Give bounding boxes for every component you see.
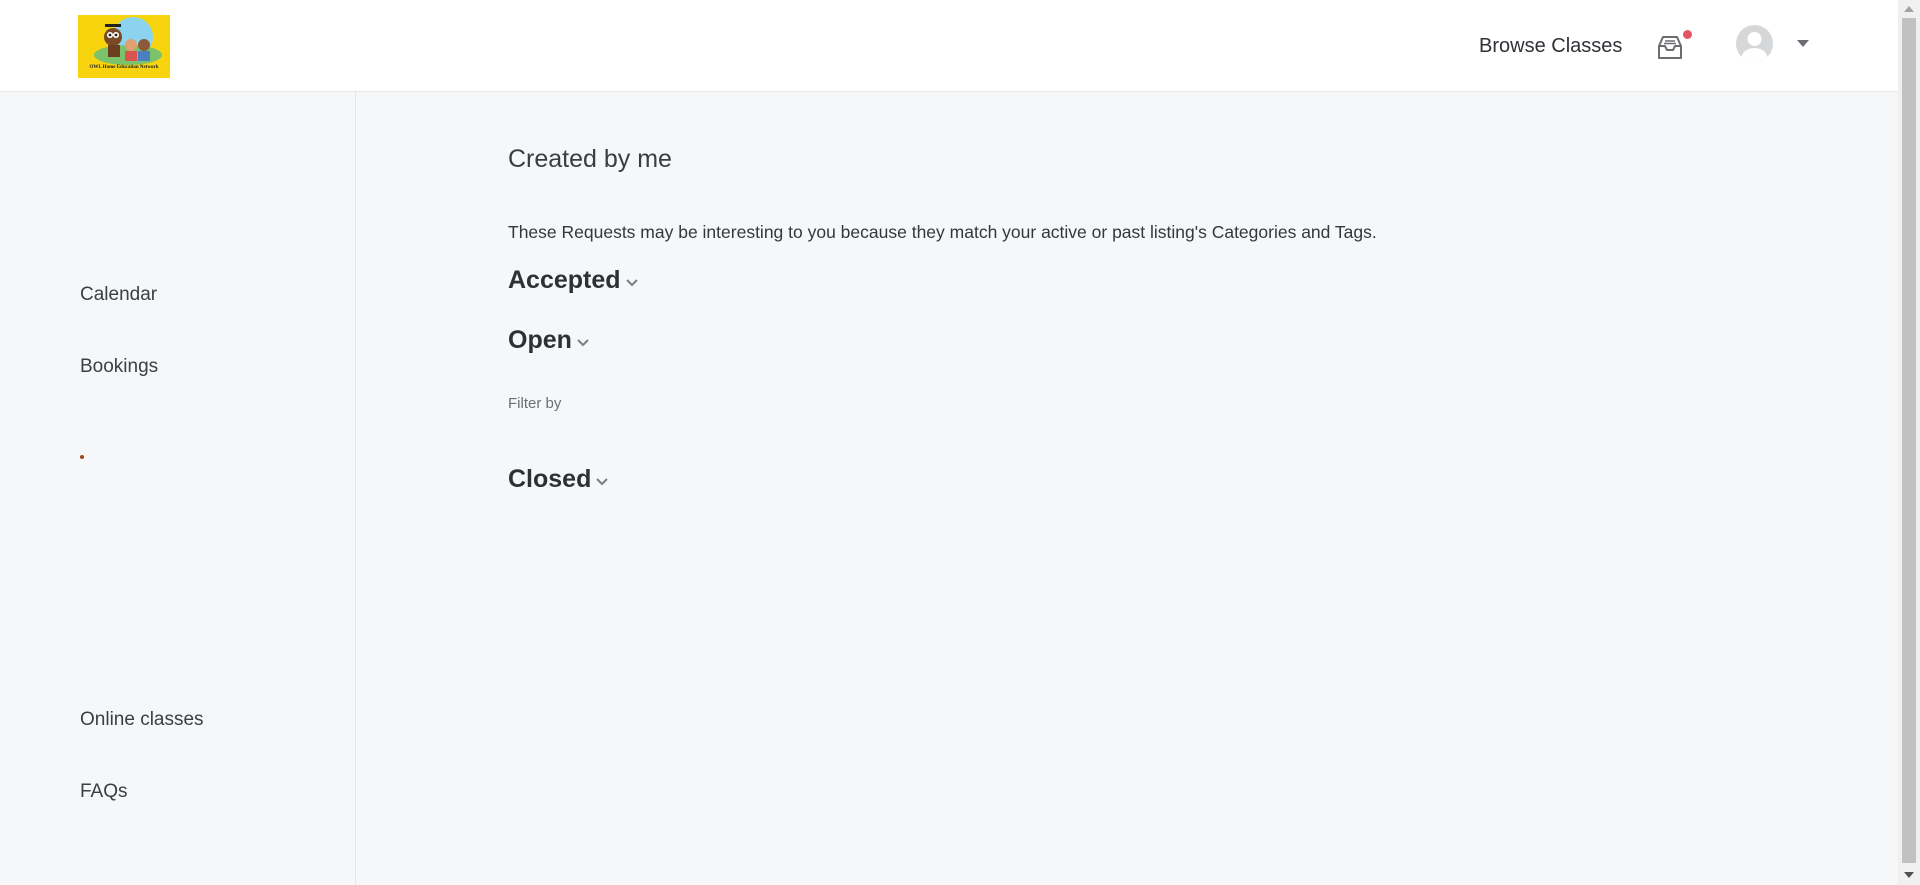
user-icon <box>1741 32 1768 62</box>
scroll-down-arrow-icon[interactable] <box>1904 872 1914 878</box>
logo-text: OWL Home Education Network <box>89 65 159 70</box>
page-scrollbar[interactable] <box>1898 0 1920 885</box>
chevron-down-icon <box>625 266 639 295</box>
sidebar-item-online-classes[interactable]: Online classes <box>80 709 204 731</box>
chevron-down-icon <box>576 326 590 355</box>
sidebar-item-faqs[interactable]: FAQs <box>80 781 128 803</box>
notification-dot <box>1682 29 1693 40</box>
section-label: Accepted <box>508 266 621 294</box>
filter-by-label: Filter by <box>508 395 562 412</box>
browse-classes-link[interactable]: Browse Classes <box>1479 32 1622 60</box>
section-closed-toggle[interactable]: Closed <box>508 465 609 494</box>
inbox-icon[interactable] <box>1654 34 1686 62</box>
top-navbar: OWL Home Education Network Browse Classe… <box>0 0 1898 92</box>
sidebar: Calendar Bookings Online classes FAQs <box>0 92 356 885</box>
site-logo[interactable]: OWL Home Education Network <box>78 15 170 78</box>
section-label: Open <box>508 326 572 354</box>
section-label: Closed <box>508 465 592 493</box>
sidebar-bullet-icon <box>80 455 84 459</box>
section-accepted-toggle[interactable]: Accepted <box>508 266 639 295</box>
sidebar-item-bookings[interactable]: Bookings <box>80 356 158 378</box>
scroll-up-arrow-icon[interactable] <box>1904 6 1914 12</box>
section-open-toggle[interactable]: Open <box>508 326 590 355</box>
intro-text: These Requests may be interesting to you… <box>508 222 1377 242</box>
page-title: Created by me <box>508 145 672 173</box>
scroll-thumb[interactable] <box>1902 18 1916 863</box>
user-avatar[interactable] <box>1736 25 1773 62</box>
chevron-down-icon <box>595 465 609 494</box>
user-menu-caret-icon[interactable] <box>1797 40 1809 47</box>
sidebar-item-calendar[interactable]: Calendar <box>80 284 157 306</box>
